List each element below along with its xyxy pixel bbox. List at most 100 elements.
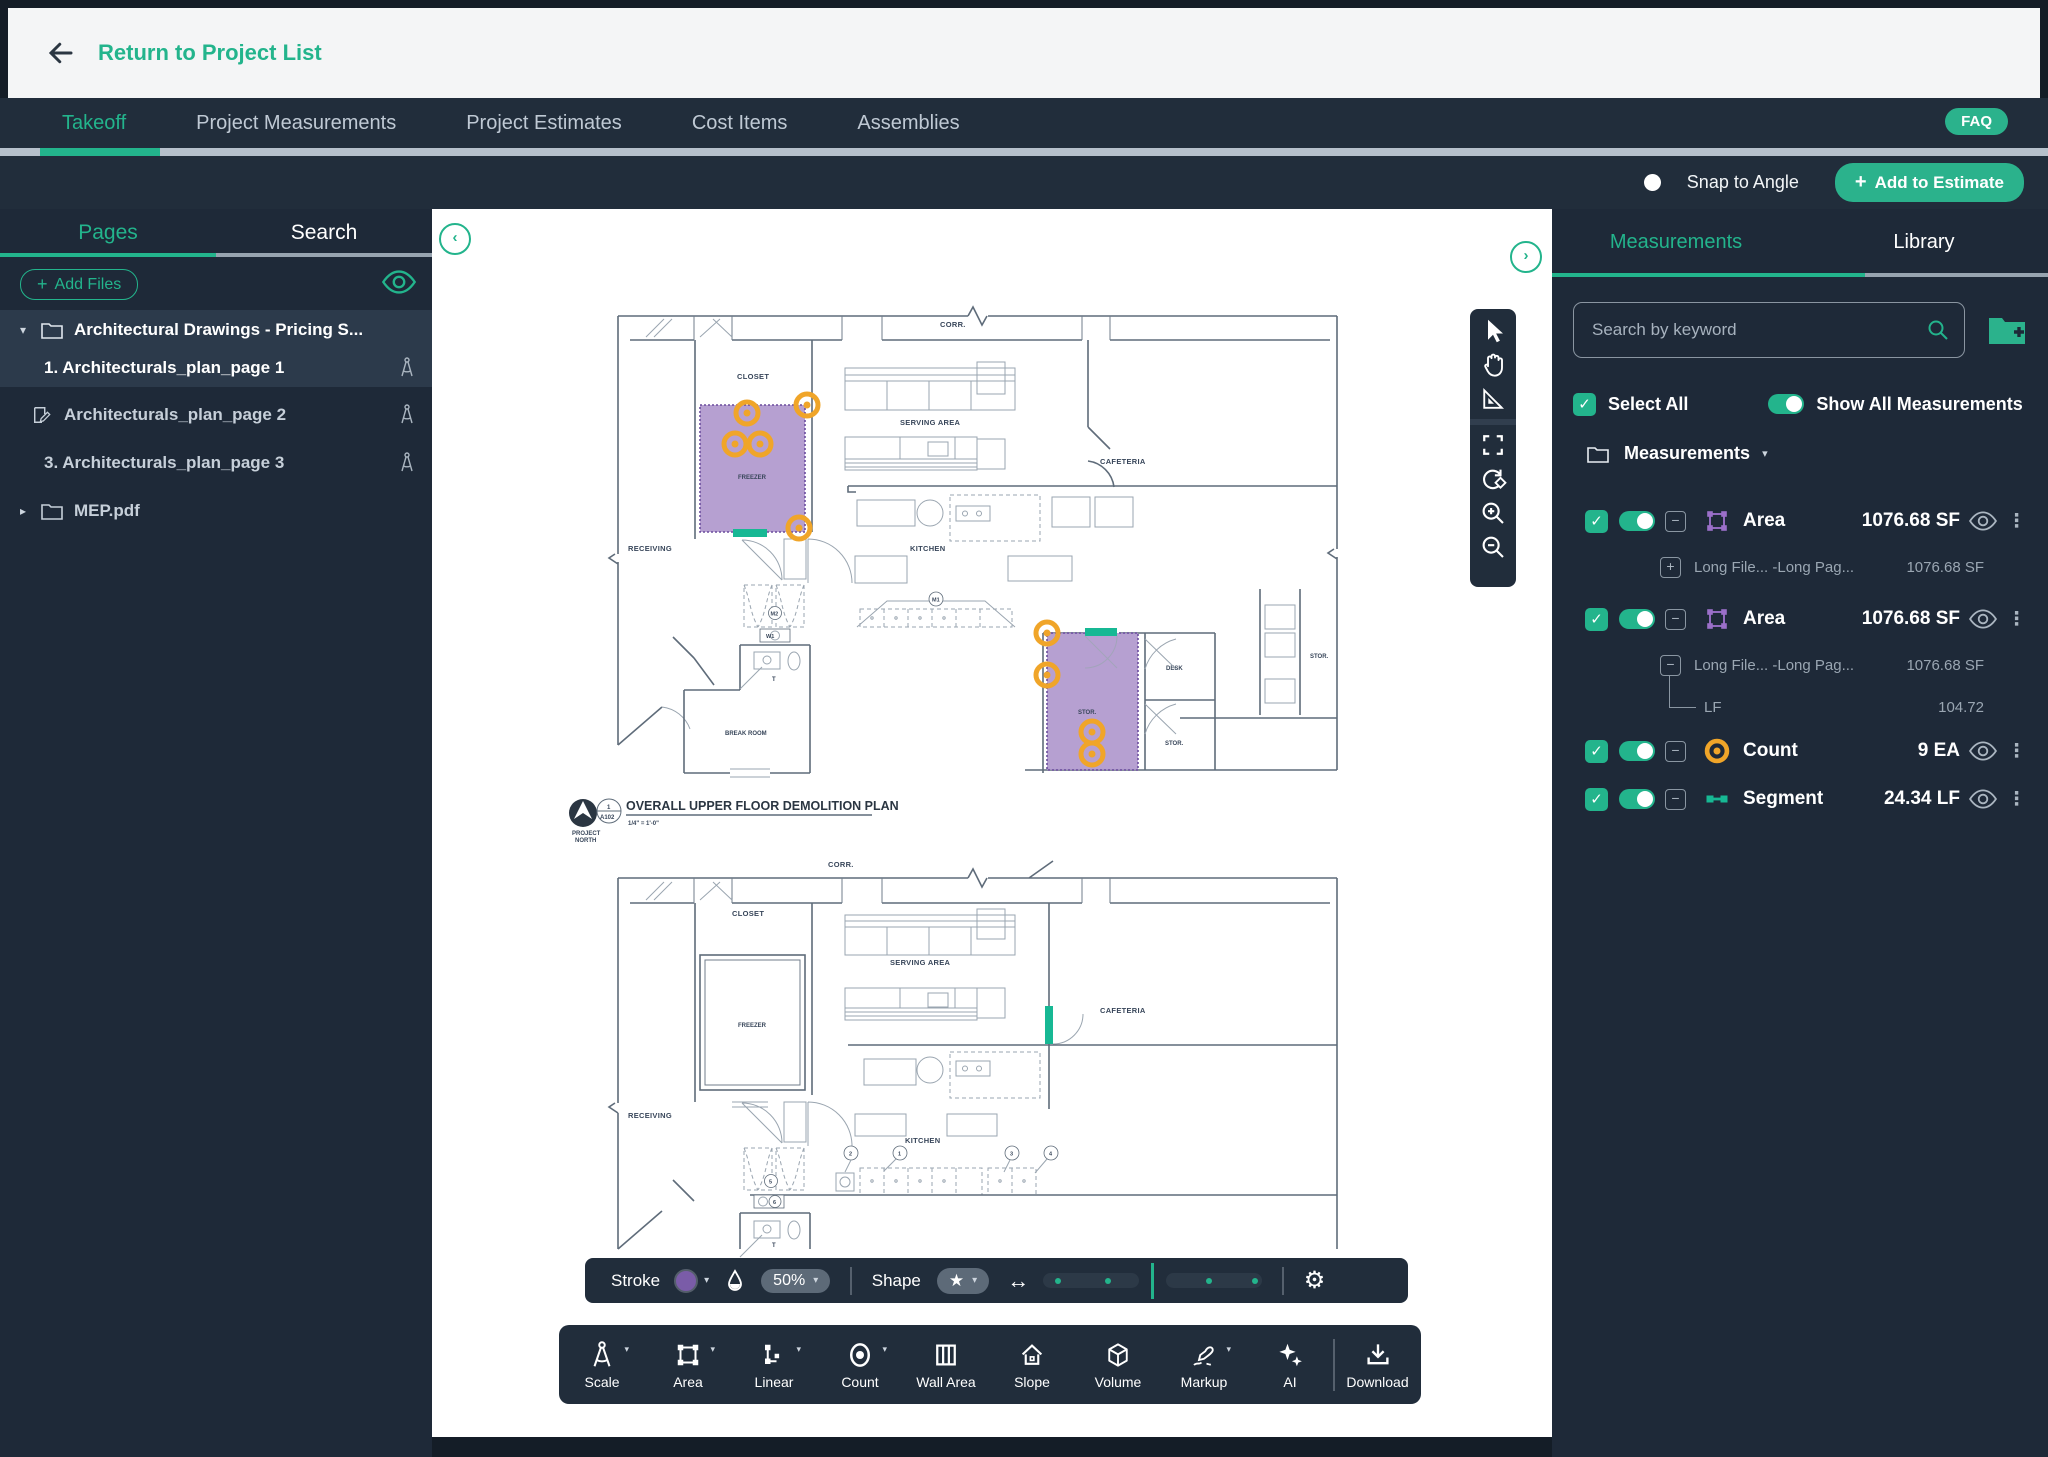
- shape-select[interactable]: ★ ▾: [937, 1268, 989, 1294]
- collapse-icon[interactable]: −: [1665, 609, 1686, 630]
- drawing-canvas[interactable]: ‹ › CLOSET FREEZER: [432, 209, 1552, 1437]
- row-checkbox[interactable]: ✓: [1585, 788, 1608, 811]
- caret-down-icon[interactable]: ▾: [20, 323, 34, 337]
- zoom-out-tool[interactable]: [1478, 531, 1508, 563]
- row-checkbox[interactable]: ✓: [1585, 740, 1608, 763]
- tool-volume[interactable]: Volume: [1075, 1340, 1161, 1390]
- collapse-icon[interactable]: −: [1665, 511, 1686, 532]
- search-icon[interactable]: [1926, 318, 1950, 342]
- tab-project-measurements[interactable]: Project Measurements: [196, 112, 396, 135]
- pan-hand-tool[interactable]: [1478, 349, 1508, 381]
- tool-markup[interactable]: ▾ Markup: [1161, 1340, 1247, 1390]
- measurement-subrow[interactable]: − Long File... -Long Pag... 1076.68 SF: [1552, 643, 2048, 687]
- tool-slope[interactable]: Slope: [989, 1340, 1075, 1390]
- row-visibility-toggle[interactable]: [1619, 609, 1655, 629]
- add-to-estimate-button[interactable]: + Add to Estimate: [1835, 163, 2024, 202]
- caret-down-icon[interactable]: ▾: [1762, 447, 1768, 460]
- select-cursor-tool[interactable]: [1478, 315, 1508, 347]
- size-slider-left[interactable]: [1043, 1273, 1139, 1288]
- stroke-color-swatch[interactable]: [674, 1269, 698, 1293]
- select-all-checkbox[interactable]: ✓: [1573, 393, 1596, 416]
- stroke-opacity-select[interactable]: 50% ▾: [761, 1269, 830, 1293]
- slider-center-marker[interactable]: [1151, 1263, 1154, 1299]
- visibility-eye-icon[interactable]: [382, 269, 416, 295]
- size-slider-right[interactable]: [1166, 1273, 1262, 1288]
- eye-icon[interactable]: [1969, 741, 1997, 761]
- tool-download[interactable]: Download: [1335, 1340, 1421, 1390]
- tool-scale[interactable]: ▾ Scale: [559, 1340, 645, 1390]
- fullscreen-tool[interactable]: [1478, 429, 1508, 461]
- kebab-menu-icon[interactable]: ⋮: [2007, 788, 2026, 811]
- show-all-measurements-toggle[interactable]: [1768, 394, 1804, 414]
- tool-linear[interactable]: ▾ Linear: [731, 1340, 817, 1390]
- segment-takeoff-2[interactable]: [1085, 628, 1117, 636]
- tab-pages[interactable]: Pages: [0, 209, 216, 253]
- fill-droplet-icon[interactable]: [725, 1269, 745, 1293]
- next-page-chevron[interactable]: ›: [1510, 241, 1542, 273]
- measurement-row-area-2[interactable]: ✓ − Area 1076.68 SF ⋮: [1552, 595, 2048, 643]
- row-checkbox[interactable]: ✓: [1585, 608, 1608, 631]
- add-files-button[interactable]: + Add Files: [20, 269, 138, 300]
- measurement-subrow[interactable]: + Long File... -Long Pag... 1076.68 SF: [1552, 545, 2048, 589]
- tab-project-estimates[interactable]: Project Estimates: [466, 112, 622, 135]
- scale-compass-icon[interactable]: [398, 452, 416, 474]
- measurement-row-count[interactable]: ✓ − Count 9 EA ⋮: [1552, 727, 2048, 775]
- return-to-project-list-link[interactable]: Return to Project List: [98, 40, 322, 66]
- measurements-group-header[interactable]: Measurements ▾: [1586, 443, 1768, 464]
- tab-search[interactable]: Search: [216, 209, 432, 253]
- row-visibility-toggle[interactable]: [1619, 511, 1655, 531]
- kebab-menu-icon[interactable]: ⋮: [2007, 608, 2026, 631]
- scale-compass-icon[interactable]: [398, 357, 416, 379]
- faq-button[interactable]: FAQ: [1945, 108, 2008, 135]
- row-visibility-toggle[interactable]: [1619, 741, 1655, 761]
- collapse-icon[interactable]: −: [1665, 789, 1686, 810]
- segment-takeoff-1[interactable]: [733, 529, 767, 537]
- tab-library[interactable]: Library: [1800, 209, 2048, 265]
- tree-folder-architectural-drawings[interactable]: ▾ Architectural Drawings - Pricing S...: [0, 310, 432, 349]
- caret-right-icon[interactable]: ▸: [20, 504, 34, 518]
- segment-takeoff-3[interactable]: [1045, 1006, 1053, 1044]
- eye-icon[interactable]: [1969, 511, 1997, 531]
- tab-assemblies[interactable]: Assemblies: [857, 112, 959, 135]
- expand-icon[interactable]: +: [1660, 557, 1681, 578]
- tool-count[interactable]: ▾ Count: [817, 1340, 903, 1390]
- tool-wall-area[interactable]: Wall Area: [903, 1340, 989, 1390]
- row-visibility-toggle[interactable]: [1619, 789, 1655, 809]
- resize-horizontal-icon[interactable]: ↔: [1007, 1268, 1029, 1294]
- snap-to-angle-toggle[interactable]: [1644, 174, 1661, 191]
- measurement-search-box[interactable]: [1573, 302, 1965, 358]
- svg-text:RECEIVING: RECEIVING: [628, 1111, 672, 1120]
- divider: [1282, 1267, 1284, 1295]
- rotate-tool[interactable]: [1478, 463, 1508, 495]
- eye-icon[interactable]: [1969, 609, 1997, 629]
- area-takeoff-2[interactable]: [1047, 633, 1138, 770]
- tool-area[interactable]: ▾ Area: [645, 1340, 731, 1390]
- tree-page-1[interactable]: 1. Architecturals_plan_page 1: [0, 348, 432, 387]
- measure-setsquare-tool[interactable]: [1478, 383, 1508, 415]
- svg-text:3: 3: [1010, 1152, 1013, 1158]
- tab-cost-items[interactable]: Cost Items: [692, 112, 788, 135]
- collapse-icon[interactable]: −: [1660, 655, 1681, 676]
- eye-icon[interactable]: [1969, 789, 1997, 809]
- tab-measurements[interactable]: Measurements: [1552, 209, 1800, 265]
- kebab-menu-icon[interactable]: ⋮: [2007, 740, 2026, 763]
- row-checkbox[interactable]: ✓: [1585, 510, 1608, 533]
- tool-ai[interactable]: AI: [1247, 1340, 1333, 1390]
- measurement-row-segment[interactable]: ✓ − Segment 24.34 LF ⋮: [1552, 775, 2048, 823]
- kebab-menu-icon[interactable]: ⋮: [2007, 510, 2026, 533]
- zoom-in-tool[interactable]: [1478, 497, 1508, 529]
- tree-page-3[interactable]: 3. Architecturals_plan_page 3: [0, 443, 432, 482]
- back-arrow-icon[interactable]: [46, 38, 76, 68]
- measurement-row-area-1[interactable]: ✓ − Area 1076.68 SF ⋮: [1552, 497, 2048, 545]
- settings-gear-icon[interactable]: ⚙: [1304, 1266, 1326, 1295]
- collapse-icon[interactable]: −: [1665, 741, 1686, 762]
- tab-takeoff[interactable]: Takeoff: [62, 112, 126, 135]
- svg-text:M1: M1: [932, 598, 940, 604]
- scale-compass-icon[interactable]: [398, 404, 416, 426]
- tree-folder-mep[interactable]: ▸ MEP.pdf: [0, 491, 432, 530]
- prev-page-chevron[interactable]: ‹: [439, 223, 471, 255]
- add-folder-button[interactable]: [1986, 310, 2028, 348]
- caret-down-icon[interactable]: ▾: [704, 1275, 709, 1286]
- tree-page-2[interactable]: Architecturals_plan_page 2: [0, 395, 432, 434]
- search-input[interactable]: [1590, 319, 1926, 341]
